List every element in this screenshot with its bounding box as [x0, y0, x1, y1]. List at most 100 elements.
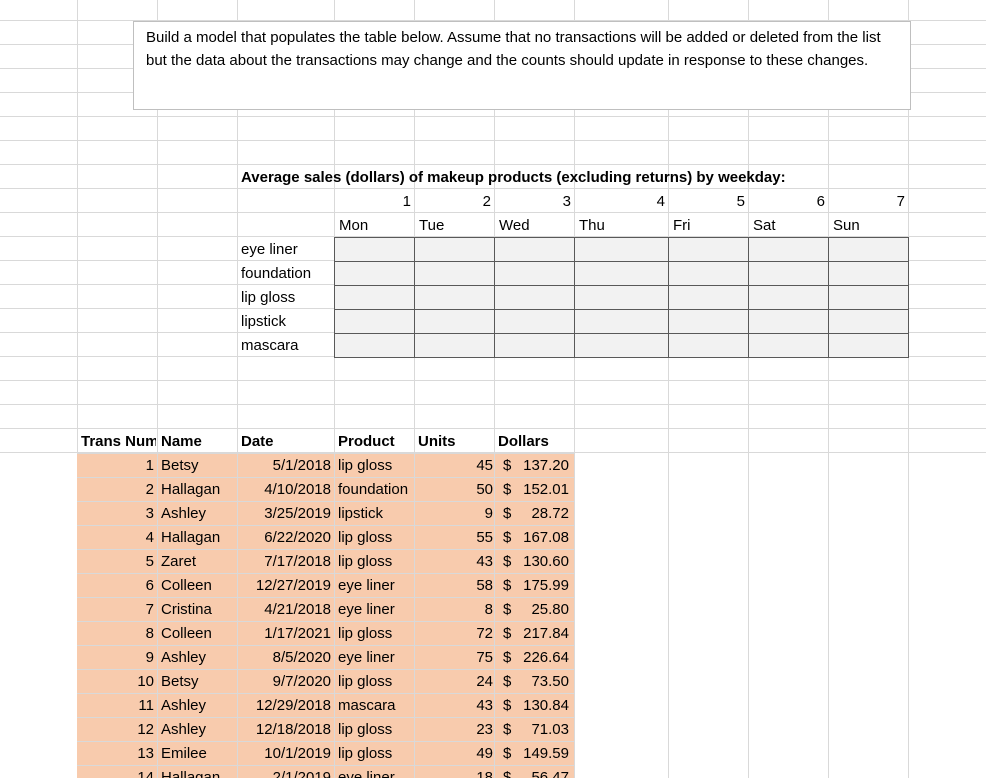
cell-trans-num[interactable]: 9	[78, 646, 154, 670]
cell-dollars[interactable]: $137.20	[495, 454, 573, 478]
average-sales-cell[interactable]	[574, 309, 669, 334]
day-number-cell[interactable]: 2	[415, 190, 491, 214]
cell-dollars[interactable]: $152.01	[495, 478, 573, 502]
cell-trans-num[interactable]: 5	[78, 550, 154, 574]
cell-units[interactable]: 49	[418, 742, 493, 766]
cell-dollars[interactable]: $28.72	[495, 502, 573, 526]
cell-dollars[interactable]: $167.08	[495, 526, 573, 550]
cell-dollars[interactable]: $130.84	[495, 694, 573, 718]
cell-product[interactable]: lip gloss	[338, 718, 414, 742]
product-row-label[interactable]: eye liner	[241, 238, 298, 262]
cell-name[interactable]: Betsy	[161, 454, 236, 478]
cell-units[interactable]: 50	[418, 478, 493, 502]
cell-name[interactable]: Colleen	[161, 622, 236, 646]
cell-trans-num[interactable]: 7	[78, 598, 154, 622]
cell-trans-num[interactable]: 10	[78, 670, 154, 694]
cell-date[interactable]: 4/21/2018	[238, 598, 331, 622]
average-sales-cell[interactable]	[414, 237, 495, 262]
cell-product[interactable]: eye liner	[338, 598, 414, 622]
cell-date[interactable]: 5/1/2018	[238, 454, 331, 478]
day-number-cell[interactable]: 1	[335, 190, 411, 214]
cell-name[interactable]: Ashley	[161, 646, 236, 670]
cell-name[interactable]: Ashley	[161, 718, 236, 742]
cell-trans-num[interactable]: 3	[78, 502, 154, 526]
day-name-header[interactable]: Sun	[833, 214, 860, 238]
cell-name[interactable]: Cristina	[161, 598, 236, 622]
cell-units[interactable]: 58	[418, 574, 493, 598]
header-units[interactable]: Units	[418, 430, 493, 454]
header-trans-num[interactable]: Trans Num	[81, 430, 156, 454]
cell-units[interactable]: 9	[418, 502, 493, 526]
average-sales-cell[interactable]	[748, 261, 829, 286]
day-number-cell[interactable]: 5	[669, 190, 745, 214]
cell-product[interactable]: lip gloss	[338, 742, 414, 766]
header-name[interactable]: Name	[161, 430, 236, 454]
cell-trans-num[interactable]: 6	[78, 574, 154, 598]
average-sales-cell[interactable]	[494, 285, 575, 310]
cell-dollars[interactable]: $25.80	[495, 598, 573, 622]
cell-name[interactable]: Zaret	[161, 550, 236, 574]
average-sales-cell[interactable]	[748, 285, 829, 310]
average-sales-cell[interactable]	[574, 333, 669, 358]
cell-dollars[interactable]: $56.47	[495, 766, 573, 778]
cell-date[interactable]: 12/27/2019	[238, 574, 331, 598]
cell-dollars[interactable]: $226.64	[495, 646, 573, 670]
cell-trans-num[interactable]: 4	[78, 526, 154, 550]
cell-date[interactable]: 12/29/2018	[238, 694, 331, 718]
cell-trans-num[interactable]: 13	[78, 742, 154, 766]
average-sales-cell[interactable]	[668, 309, 749, 334]
cell-date[interactable]: 3/25/2019	[238, 502, 331, 526]
average-sales-cell[interactable]	[414, 261, 495, 286]
day-name-header[interactable]: Wed	[499, 214, 530, 238]
average-sales-cell[interactable]	[334, 309, 415, 334]
average-sales-cell[interactable]	[668, 261, 749, 286]
average-sales-cell[interactable]	[748, 309, 829, 334]
average-sales-cell[interactable]	[574, 285, 669, 310]
day-name-header[interactable]: Sat	[753, 214, 776, 238]
cell-date[interactable]: 10/1/2019	[238, 742, 331, 766]
cell-product[interactable]: eye liner	[338, 574, 414, 598]
cell-product[interactable]: lip gloss	[338, 550, 414, 574]
cell-name[interactable]: Ashley	[161, 694, 236, 718]
day-name-header[interactable]: Fri	[673, 214, 691, 238]
cell-date[interactable]: 6/22/2020	[238, 526, 331, 550]
cell-units[interactable]: 72	[418, 622, 493, 646]
cell-product[interactable]: foundation	[338, 478, 414, 502]
cell-dollars[interactable]: $149.59	[495, 742, 573, 766]
cell-name[interactable]: Betsy	[161, 670, 236, 694]
cell-units[interactable]: 18	[418, 766, 493, 778]
average-sales-cell[interactable]	[668, 285, 749, 310]
average-sales-cell[interactable]	[828, 333, 909, 358]
product-row-label[interactable]: lipstick	[241, 310, 286, 334]
cell-product[interactable]: mascara	[338, 694, 414, 718]
average-sales-cell[interactable]	[334, 261, 415, 286]
average-sales-cell[interactable]	[494, 237, 575, 262]
cell-product[interactable]: eye liner	[338, 766, 414, 778]
cell-trans-num[interactable]: 1	[78, 454, 154, 478]
cell-trans-num[interactable]: 14	[78, 766, 154, 778]
cell-dollars[interactable]: $71.03	[495, 718, 573, 742]
cell-product[interactable]: lip gloss	[338, 670, 414, 694]
cell-date[interactable]: 1/17/2021	[238, 622, 331, 646]
average-sales-cell[interactable]	[334, 285, 415, 310]
product-row-label[interactable]: mascara	[241, 334, 299, 358]
average-sales-cell[interactable]	[748, 333, 829, 358]
cell-units[interactable]: 43	[418, 694, 493, 718]
cell-trans-num[interactable]: 2	[78, 478, 154, 502]
average-sales-cell[interactable]	[494, 261, 575, 286]
header-date[interactable]: Date	[241, 430, 333, 454]
day-name-header[interactable]: Thu	[579, 214, 605, 238]
cell-name[interactable]: Hallagan	[161, 478, 236, 502]
cell-date[interactable]: 4/10/2018	[238, 478, 331, 502]
cell-trans-num[interactable]: 8	[78, 622, 154, 646]
cell-date[interactable]: 8/5/2020	[238, 646, 331, 670]
day-number-cell[interactable]: 6	[749, 190, 825, 214]
day-name-header[interactable]: Mon	[339, 214, 368, 238]
cell-product[interactable]: lip gloss	[338, 622, 414, 646]
cell-name[interactable]: Emilee	[161, 742, 236, 766]
average-sales-cell[interactable]	[828, 237, 909, 262]
cell-date[interactable]: 12/18/2018	[238, 718, 331, 742]
cell-units[interactable]: 55	[418, 526, 493, 550]
cell-date[interactable]: 2/1/2019	[238, 766, 331, 778]
cell-date[interactable]: 9/7/2020	[238, 670, 331, 694]
